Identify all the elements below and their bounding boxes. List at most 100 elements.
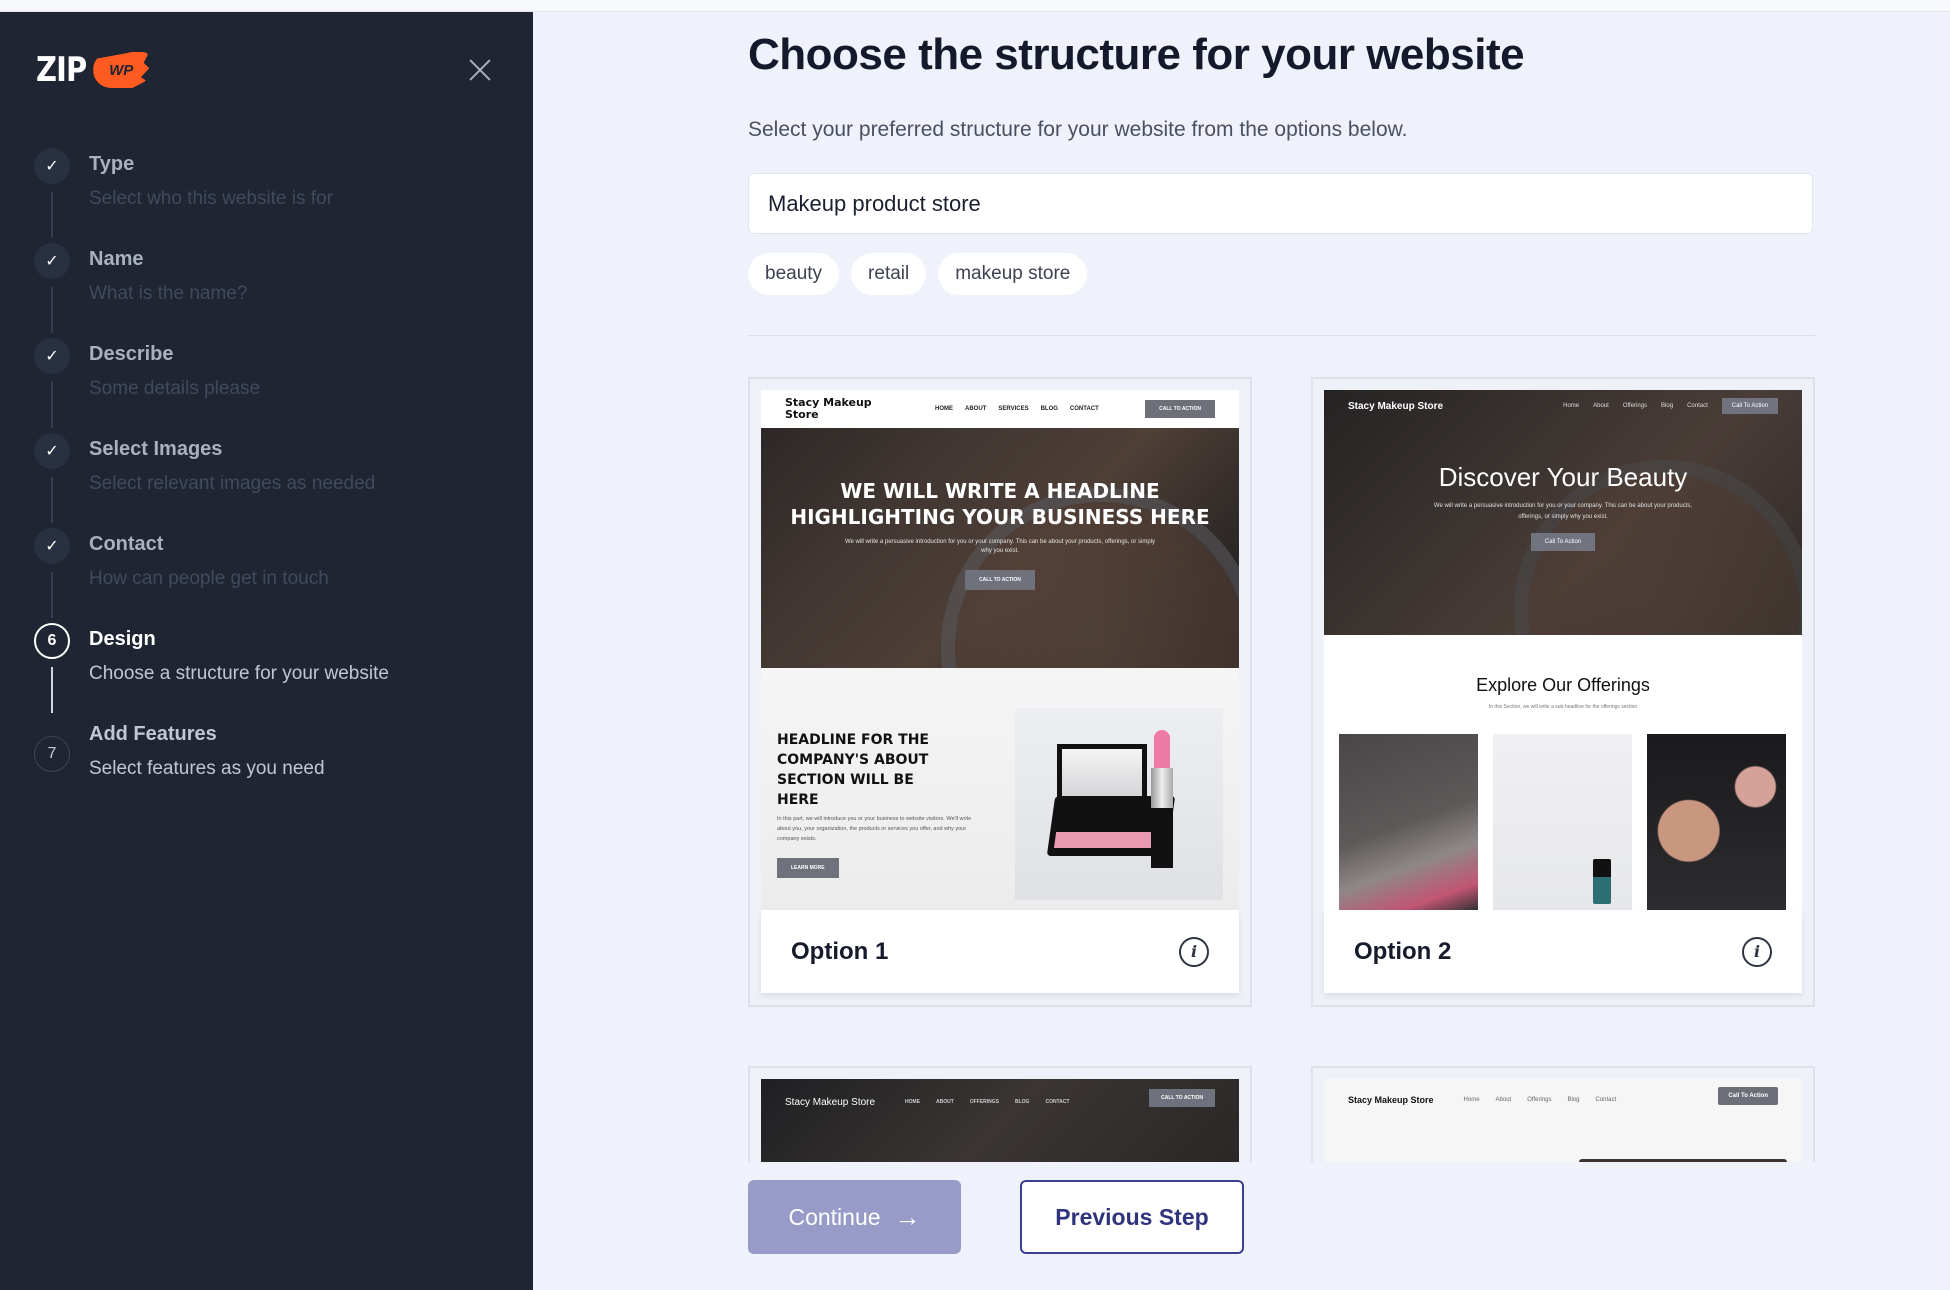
- eyeshadow-palette-image: [1647, 734, 1786, 910]
- preview-nav-link: ABOUT: [965, 406, 987, 412]
- preview-nav-link: Home: [1463, 1097, 1480, 1103]
- preview-about: HEADLINE FOR THE COMPANY'S ABOUT SECTION…: [761, 668, 1239, 910]
- preview-about-text: In this part, we will introduce you or y…: [777, 816, 972, 842]
- lipstick-body: [1151, 768, 1173, 868]
- check-icon: ✓: [34, 433, 70, 469]
- preview-nav-links: Home About Offerings Blog Contact: [1563, 403, 1708, 409]
- preview-hero: Stacy Makeup Store Home About Offerings …: [1324, 390, 1802, 635]
- continue-button[interactable]: Continue →: [748, 1180, 961, 1254]
- step-connector: [51, 287, 53, 333]
- preview-nav-link: Contact: [1687, 403, 1708, 409]
- preview-hero: WE WILL WRITE A HEADLINE HIGHLIGHTING YO…: [761, 428, 1239, 668]
- option-footer: Option 1 i: [761, 910, 1239, 993]
- preview-hero-button: CALL TO ACTION: [965, 570, 1035, 590]
- info-icon[interactable]: i: [1742, 936, 1772, 967]
- preview-nav-link: ABOUT: [936, 1099, 954, 1105]
- preview-cta: Call To Action: [1718, 1087, 1778, 1105]
- preview-nav-link: CONTACT: [1045, 1099, 1070, 1105]
- option-footer: Option 2 i: [1324, 910, 1802, 993]
- step-add-features[interactable]: 7 Add Features Select features as you ne…: [34, 718, 389, 813]
- preview-nav-link: Blog: [1567, 1097, 1580, 1103]
- top-strip: [0, 0, 1950, 12]
- preview-nav-links: Home About Offerings Blog Contact: [1464, 1097, 1617, 1103]
- step-title: Type: [89, 153, 135, 175]
- check-icon: ✓: [34, 528, 70, 564]
- template-preview: Stacy Makeup Store Home About Offerings …: [1324, 390, 1802, 910]
- preview-nav-link: HOME: [935, 406, 953, 412]
- preview-about-headline: HEADLINE FOR THE COMPANY'S ABOUT SECTION…: [777, 732, 929, 808]
- preview-offerings: Explore Our Offerings In this Section, w…: [1324, 635, 1802, 910]
- step-contact[interactable]: ✓ Contact How can people get in touch: [34, 528, 389, 623]
- info-icon[interactable]: i: [1179, 936, 1209, 967]
- step-number-badge: 7: [34, 736, 70, 772]
- template-preview: Stacy Makeup Store HOME ABOUT OFFERINGS …: [761, 1079, 1239, 1162]
- preview-brand: Stacy Makeup Store: [1348, 1095, 1434, 1105]
- preview-nav-link: SERVICES: [998, 406, 1029, 412]
- preview-hero-headline: WE WILL WRITE A HEADLINE HIGHLIGHTING YO…: [790, 479, 1210, 529]
- preview-nav-link: Contact: [1595, 1097, 1617, 1103]
- step-select-images[interactable]: ✓ Select Images Select relevant images a…: [34, 433, 389, 528]
- option-card-4[interactable]: Stacy Makeup Store Home About Offerings …: [1311, 1066, 1815, 1162]
- divider: [748, 335, 1815, 336]
- step-connector: [51, 192, 53, 238]
- step-connector: [51, 477, 53, 523]
- preview-offerings-headline: Explore Our Offerings: [1476, 675, 1650, 695]
- step-name[interactable]: ✓ Name What is the name?: [34, 243, 389, 338]
- step-type[interactable]: ✓ Type Select who this website is for: [34, 148, 389, 243]
- keyword-chip[interactable]: makeup store: [938, 253, 1088, 295]
- keyword-chips: beauty retail makeup store: [748, 253, 1088, 295]
- preview-cta: CALL TO ACTION: [1145, 400, 1215, 418]
- step-desc: How can people get in touch: [89, 568, 329, 589]
- step-describe[interactable]: ✓ Describe Some details please: [34, 338, 389, 433]
- preview-image-edge: [1579, 1159, 1787, 1162]
- preview-hero-text: We will write a persuasive introduction …: [844, 539, 1156, 554]
- step-list: ✓ Type Select who this website is for ✓ …: [34, 148, 389, 813]
- preview-cta: CALL TO ACTION: [1149, 1089, 1215, 1107]
- preview-nav-link: BLOG: [1015, 1099, 1030, 1105]
- compact-mirror: [1057, 744, 1147, 802]
- page-title: Choose the structure for your website: [748, 30, 1525, 79]
- step-title: Add Features: [89, 723, 217, 745]
- lipstick-image: [1015, 708, 1223, 900]
- preview-nav-link: About: [1593, 403, 1609, 409]
- sidebar: ZIP WP ✓ Type Select who this website is…: [0, 12, 533, 1290]
- preview-about-button: LEARN MORE: [777, 858, 839, 878]
- step-title: Name: [89, 248, 144, 270]
- preview-nav-link: OFFERINGS: [969, 1099, 999, 1105]
- step-title: Describe: [89, 343, 174, 365]
- preview-nav: Stacy Makeup Store Home About Offerings …: [1324, 390, 1802, 422]
- step-title: Contact: [89, 533, 164, 555]
- previous-step-button[interactable]: Previous Step: [1020, 1180, 1244, 1254]
- makeup-brush-image: [1339, 734, 1478, 910]
- option-label: Option 1: [791, 937, 889, 965]
- preview-nav-link: About: [1495, 1097, 1512, 1103]
- keyword-chip[interactable]: retail: [851, 253, 927, 295]
- preview-nav-links: HOME ABOUT OFFERINGS BLOG CONTACT: [905, 1099, 1069, 1105]
- option-label: Option 2: [1354, 937, 1452, 965]
- preview-nav-link: Blog: [1661, 403, 1674, 409]
- step-connector: [51, 667, 53, 713]
- preview-nav-link: Offerings: [1622, 403, 1648, 409]
- option-card-2[interactable]: Stacy Makeup Store Home About Offerings …: [1311, 377, 1815, 1007]
- template-preview: Stacy Makeup Store HOME ABOUT SERVICES B…: [761, 390, 1239, 910]
- nail-polish-image: [1493, 734, 1632, 910]
- option-card-3[interactable]: Stacy Makeup Store HOME ABOUT OFFERINGS …: [748, 1066, 1252, 1162]
- close-icon[interactable]: [466, 56, 494, 84]
- preview-offerings-text: In this Section, we will write a sub-hea…: [1488, 704, 1638, 710]
- step-desc: Select features as you need: [89, 758, 325, 779]
- preview-hero-text: We will write a persuasive introduction …: [1433, 503, 1693, 520]
- step-desc: Choose a structure for your website: [89, 663, 389, 684]
- logo-text: ZIP: [36, 50, 87, 90]
- step-connector: [51, 572, 53, 618]
- step-desc: What is the name?: [89, 283, 248, 304]
- preview-brand: Stacy Makeup Store: [785, 1097, 876, 1108]
- preview-nav: Stacy Makeup Store HOME ABOUT SERVICES B…: [761, 390, 1239, 428]
- step-title: Design: [89, 628, 156, 650]
- template-preview: Stacy Makeup Store Home About Offerings …: [1324, 1079, 1802, 1162]
- option-card-1[interactable]: Stacy Makeup Store HOME ABOUT SERVICES B…: [748, 377, 1252, 1007]
- page-subtitle: Select your preferred structure for your…: [748, 118, 1408, 141]
- preview-nav-link: Home: [1563, 403, 1580, 409]
- step-design[interactable]: 6 Design Choose a structure for your web…: [34, 623, 389, 718]
- business-search-input[interactable]: [748, 173, 1813, 234]
- keyword-chip[interactable]: beauty: [748, 253, 840, 295]
